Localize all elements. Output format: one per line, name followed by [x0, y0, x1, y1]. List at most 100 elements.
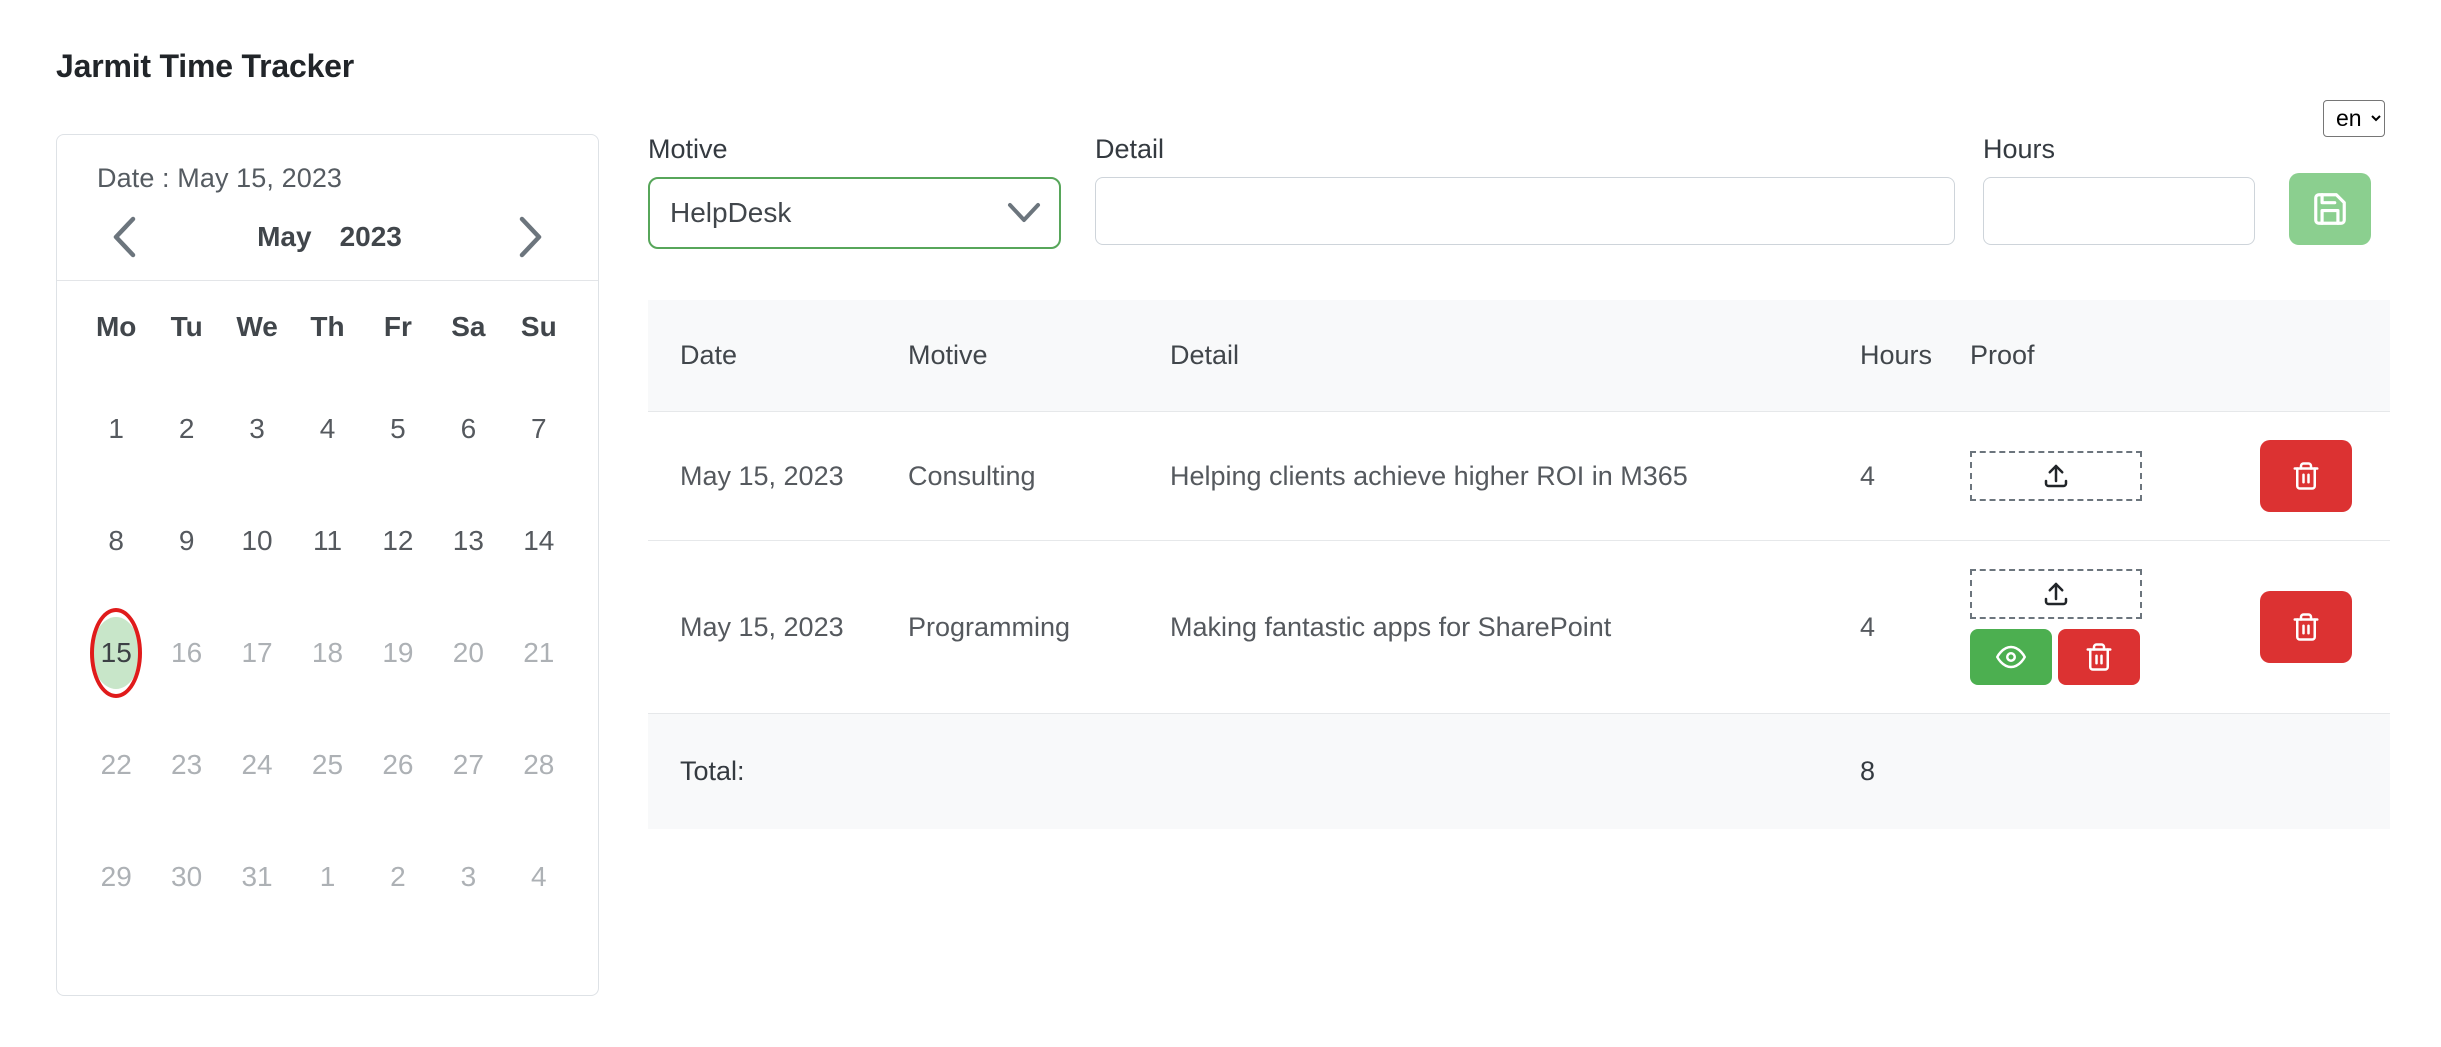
- column-header-detail: Detail: [1170, 300, 1860, 412]
- calendar-day-number: 7: [530, 413, 547, 444]
- calendar-day-selected[interactable]: 15: [81, 597, 151, 709]
- cell-detail: Making fantastic apps for SharePoint: [1170, 540, 1860, 714]
- cell-actions: [2260, 411, 2390, 541]
- calendar-day[interactable]: 2: [151, 373, 221, 485]
- calendar-day[interactable]: 9: [151, 485, 221, 597]
- calendar-day: 3: [433, 821, 503, 933]
- calendar-day: 27: [433, 709, 503, 821]
- calendar-dow-th: Th: [310, 311, 345, 342]
- proof-upload-dropzone[interactable]: [1970, 569, 2142, 619]
- motive-select[interactable]: HelpDesk: [648, 177, 1061, 249]
- calendar-day[interactable]: 6: [433, 373, 503, 485]
- view-proof-button[interactable]: [1970, 629, 2052, 685]
- detail-label: Detail: [1095, 134, 1165, 164]
- save-floppy-icon: [2314, 193, 2346, 225]
- total-row: Total: 8: [648, 713, 2390, 829]
- calendar-day: 30: [151, 821, 221, 933]
- language-select[interactable]: en: [2323, 100, 2385, 137]
- calendar-day-number: 13: [452, 525, 484, 556]
- calendar-prev-month-button[interactable]: [101, 214, 147, 260]
- cell-motive: Consulting: [908, 411, 1170, 541]
- calendar-day-number: 4: [319, 413, 336, 444]
- entry-form: Motive HelpDesk Detail Hours: [648, 134, 2401, 249]
- calendar-day-number: 12: [382, 525, 414, 556]
- detail-input[interactable]: [1095, 177, 1955, 245]
- column-header-proof: Proof: [1970, 300, 2260, 412]
- calendar-dow-fr: Fr: [383, 311, 412, 342]
- cell-proof: [1970, 411, 2260, 541]
- calendar-day[interactable]: 12: [363, 485, 433, 597]
- calendar-day[interactable]: 11: [292, 485, 362, 597]
- column-header-hours: Hours: [1860, 300, 1970, 412]
- calendar-day[interactable]: 3: [222, 373, 292, 485]
- calendar-month-label[interactable]: May: [257, 221, 311, 253]
- calendar-year-label[interactable]: 2023: [340, 221, 402, 253]
- calendar-day: 16: [151, 597, 221, 709]
- calendar-day-grid: 1 2 3 4 5 6 7 8 9 10 11 12 13 14 15 16 17 18 19 20 21 22 23 24 2…: [79, 373, 576, 933]
- calendar-day-number: 4: [530, 861, 547, 892]
- calendar-day-number: 19: [382, 637, 414, 668]
- calendar-day-number: 1: [108, 413, 124, 444]
- cell-actions: [2260, 540, 2390, 714]
- calendar-day-number: 17: [241, 637, 273, 668]
- calendar-day-number: 20: [452, 637, 484, 668]
- calendar-day[interactable]: 10: [222, 485, 292, 597]
- proof-upload-dropzone[interactable]: [1970, 451, 2142, 501]
- eye-icon: [1996, 645, 2026, 669]
- total-spacer-motive: [908, 713, 1170, 829]
- calendar-day-number: 8: [108, 525, 124, 556]
- save-entry-button[interactable]: [2289, 173, 2371, 245]
- calendar-day[interactable]: 1: [81, 373, 151, 485]
- total-hours-value: 8: [1860, 713, 1970, 829]
- chevron-left-icon: [113, 216, 136, 258]
- app-header: Jarmit Time Tracker en: [56, 48, 2385, 137]
- cell-hours: 4: [1860, 540, 1970, 714]
- hours-field-group: Hours: [1983, 134, 2255, 245]
- calendar-month-year: May 2023: [257, 221, 402, 253]
- calendar-day-number: 3: [249, 413, 265, 444]
- total-spacer-actions: [2260, 713, 2390, 829]
- calendar-day-number: 5: [390, 413, 406, 444]
- upload-icon: [2044, 464, 2068, 488]
- column-header-date: Date: [648, 300, 908, 412]
- delete-row-button[interactable]: [2260, 591, 2352, 663]
- hours-input[interactable]: [1983, 177, 2255, 245]
- calendar-dow-mo: Mo: [95, 311, 137, 342]
- calendar-day: 4: [504, 821, 574, 933]
- column-header-motive: Motive: [908, 300, 1170, 412]
- calendar-day[interactable]: 4: [292, 373, 362, 485]
- calendar-day-number: 22: [100, 749, 132, 780]
- table-row: May 15, 2023 Consulting Helping clients ac…: [648, 411, 2390, 541]
- calendar-day-number: 29: [100, 861, 132, 892]
- calendar-day[interactable]: 13: [433, 485, 503, 597]
- calendar-day-number: 11: [312, 525, 343, 556]
- calendar-day-number: 27: [452, 749, 484, 780]
- calendar-day-number: 21: [523, 637, 555, 668]
- calendar-day: 24: [222, 709, 292, 821]
- calendar-day[interactable]: 14: [504, 485, 574, 597]
- calendar-day[interactable]: 5: [363, 373, 433, 485]
- entries-table-body: May 15, 2023 Consulting Helping clients ac…: [648, 411, 2390, 714]
- calendar-day-number: 23: [171, 749, 203, 780]
- calendar-day: 2: [363, 821, 433, 933]
- calendar-day: 18: [292, 597, 362, 709]
- total-spacer-detail: [1170, 713, 1860, 829]
- calendar-day: 21: [504, 597, 574, 709]
- calendar-day: 22: [81, 709, 151, 821]
- calendar-day: 20: [433, 597, 503, 709]
- calendar-day-number: 1: [319, 861, 336, 892]
- calendar-day[interactable]: 7: [504, 373, 574, 485]
- calendar-next-month-button[interactable]: [508, 214, 554, 260]
- calendar-day[interactable]: 8: [81, 485, 151, 597]
- calendar-nav: May 2023: [79, 194, 576, 280]
- calendar-day-number: 18: [311, 637, 344, 668]
- detail-field-group: Detail: [1095, 134, 1955, 245]
- cell-date: May 15, 2023: [648, 411, 908, 541]
- motive-selected-value: HelpDesk: [670, 197, 792, 228]
- chevron-right-icon: [519, 216, 542, 258]
- delete-proof-button[interactable]: [2058, 629, 2140, 685]
- calendar-day-number: 26: [382, 749, 414, 780]
- trash-icon: [2293, 613, 2319, 641]
- calendar-day-number: 16: [171, 637, 203, 668]
- delete-row-button[interactable]: [2260, 440, 2352, 512]
